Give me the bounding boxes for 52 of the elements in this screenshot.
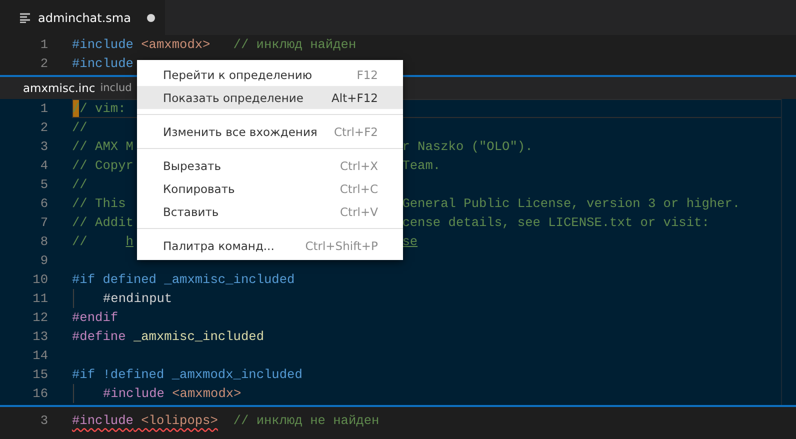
menu-item[interactable]: Перейти к определению F12 [137, 63, 403, 86]
menu-item[interactable]: Вырезать Ctrl+X [137, 154, 403, 177]
peek-file-name: amxmisc.inc [23, 81, 96, 95]
line-number: 13 [32, 328, 48, 346]
code-line: #include [72, 55, 134, 73]
code-line: // AMX M [72, 138, 134, 156]
code-line: se [402, 233, 418, 251]
code-line: #define _amxmisc_included [72, 328, 264, 346]
lines-icon [20, 12, 32, 22]
line-number: 7 [39, 214, 48, 232]
line-number: 12 [32, 309, 48, 327]
line-number: 1 [39, 100, 48, 118]
line-number: 6 [39, 195, 48, 213]
tab-label: adminchat.sma [38, 10, 131, 24]
line-number: 14 [32, 347, 48, 365]
code-line: #endif [72, 309, 118, 327]
line-number: 9 [39, 252, 48, 270]
code-line: #include <lolipops> // инклюд не найден [72, 412, 380, 430]
code-line: #endinput [103, 290, 172, 308]
line-number: 15 [32, 366, 48, 384]
code-line: // Addit [72, 214, 134, 232]
line-number: 3 [39, 412, 48, 430]
line-number: 3 [39, 138, 48, 156]
menu-item[interactable]: Копировать Ctrl+C [137, 177, 403, 200]
peek-file-path: includ [100, 82, 132, 94]
code-line: #include <amxmodx> // инклюд найден [72, 36, 356, 54]
line-number: 1 [39, 36, 48, 54]
line-number: 4 [39, 157, 48, 175]
line-number: 16 [32, 385, 48, 403]
line-number: 5 [39, 176, 48, 194]
file-tab[interactable]: adminchat.sma [0, 0, 165, 35]
code-line: // [72, 176, 88, 194]
code-line: // This [72, 195, 126, 213]
menu-item[interactable]: Изменить все вхождения Ctrl+F2 [137, 120, 403, 143]
code-line: #if !defined _amxmodx_included [72, 366, 302, 384]
code-line: General Public License, version 3 or higher. [402, 195, 740, 213]
code-line: // h [72, 233, 134, 251]
code-line: #if defined _amxmisc_included [72, 271, 295, 289]
code-line: #include <amxmodx> [103, 385, 242, 403]
line-number: 8 [39, 233, 48, 251]
line-number: 11 [32, 290, 48, 308]
menu-item[interactable]: Показать определение Alt+F12 [137, 86, 403, 109]
line-number: 10 [32, 271, 48, 289]
code-line: cense details, see LICENSE.txt or visit: [402, 214, 710, 232]
code-line: // [72, 119, 88, 137]
menu-item[interactable]: Палитра команд... Ctrl+Shift+P [137, 234, 403, 257]
code-line: r Naszko ("OLO"). [402, 138, 533, 156]
code-line: // Copyr [72, 157, 134, 175]
line-number: 2 [39, 119, 48, 137]
code-line: Team. [402, 157, 441, 175]
line-number: 2 [39, 55, 48, 73]
menu-item[interactable]: Вставить Ctrl+V [137, 200, 403, 223]
